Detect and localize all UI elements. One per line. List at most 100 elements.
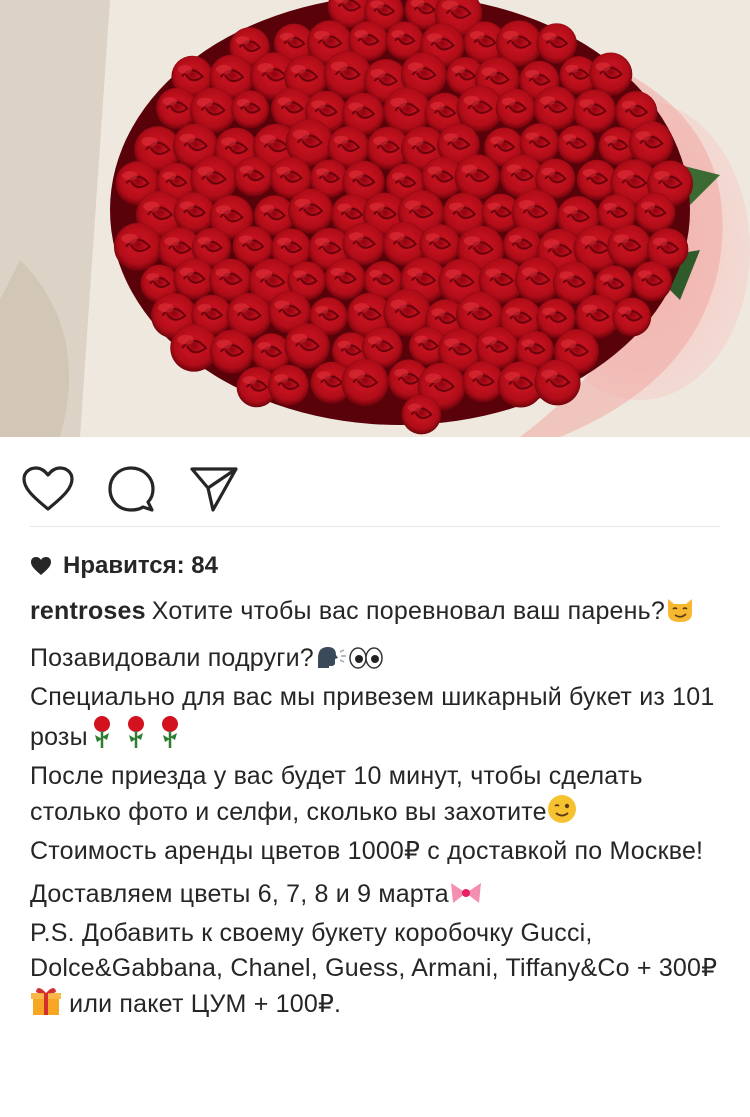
rose-highlight: [390, 97, 407, 108]
rose-highlight: [463, 236, 481, 246]
rose-head: [233, 156, 274, 197]
rose-highlight: [315, 305, 329, 314]
rose-highlight: [369, 202, 385, 212]
caption-line: После приезда у вас будет 10 минут, чтоб…: [30, 759, 730, 834]
rose-highlight: [407, 403, 422, 412]
rose-highlight: [391, 30, 405, 38]
rose-highlight: [370, 68, 386, 78]
rose-highlight: [330, 267, 346, 277]
eyes-emoji-icon: [348, 645, 384, 680]
rose-highlight: [157, 303, 174, 313]
rose-highlight: [294, 198, 311, 208]
rose-emoji-icon: [88, 715, 184, 759]
rose-highlight: [290, 64, 307, 74]
rose-highlight: [221, 137, 237, 147]
rose-highlight: [463, 95, 480, 106]
rose-highlight: [316, 371, 332, 380]
likes-count[interactable]: Нравится: 84: [30, 548, 218, 584]
heart-outline-icon: [22, 466, 74, 511]
rose-head: [462, 360, 504, 403]
rose-highlight: [146, 273, 160, 281]
speaking-head-emoji-icon: [314, 644, 348, 680]
rose-highlight: [348, 369, 365, 379]
rose-highlight: [521, 267, 538, 277]
rose-highlight: [582, 304, 598, 314]
rose-highlight: [426, 33, 443, 43]
rose-highlight: [391, 172, 406, 181]
rose-highlight: [501, 97, 516, 106]
rose-highlight: [618, 306, 632, 315]
comment-button[interactable]: [103, 461, 159, 517]
rose-head: [495, 88, 536, 129]
caption-line: Стоимость аренды цветов 1000₽ с доставко…: [30, 837, 704, 865]
rose-highlight: [313, 30, 330, 40]
rose-highlight: [468, 370, 484, 379]
caption-line: Позавидовали подруги?: [30, 641, 730, 680]
rose-highlight: [444, 338, 460, 348]
smirking-cat-emoji-icon: [665, 595, 695, 633]
rose-highlight: [162, 97, 177, 106]
divider: [30, 526, 720, 527]
rose-highlight: [390, 299, 408, 310]
rose-highlight: [121, 233, 138, 244]
rose-highlight: [427, 166, 443, 175]
rose-highlight: [481, 67, 498, 77]
rose-highlight: [314, 237, 330, 247]
rose-highlight: [504, 371, 521, 382]
rose-head: [634, 192, 676, 233]
rose-head: [173, 258, 215, 300]
rose-highlight: [315, 168, 330, 176]
rose-highlight: [179, 201, 195, 210]
rose-highlight: [600, 274, 614, 282]
rose-highlight: [580, 235, 598, 246]
rose-head: [628, 121, 674, 166]
rose-highlight: [354, 30, 369, 39]
rose-head: [341, 358, 389, 407]
like-button[interactable]: [20, 461, 76, 517]
rose-head: [113, 222, 162, 271]
rose-highlight: [337, 203, 352, 212]
rose-highlight: [652, 237, 668, 246]
rose-highlight: [562, 134, 577, 142]
rose-highlight: [311, 100, 326, 109]
rose-highlight: [508, 234, 522, 243]
rose-highlight: [424, 373, 442, 384]
caption-line: P.S. Добавить к своему букету коробочку …: [30, 916, 730, 1026]
rose-highlight: [162, 171, 177, 180]
rose-highlight: [216, 339, 232, 349]
rose-highlight: [541, 167, 556, 176]
rose-head: [607, 224, 652, 269]
rose-highlight: [277, 97, 292, 106]
rose-highlight: [370, 0, 384, 9]
share-button[interactable]: [186, 461, 242, 517]
rose-highlight: [525, 69, 540, 78]
caption-line: Доставляем цветы 6, 7, 8 и 9 марта: [30, 877, 730, 916]
rose-highlight: [196, 97, 213, 107]
rose-highlight: [337, 340, 351, 349]
rose-head: [209, 329, 255, 374]
post-photo[interactable]: [0, 0, 750, 437]
rose-highlight: [541, 369, 558, 379]
rose-highlight: [367, 336, 383, 345]
rose-highlight: [542, 32, 557, 41]
rose-highlight: [604, 135, 618, 144]
comment-bubble-icon: [108, 466, 155, 512]
likes-label: Нравится: 84: [63, 552, 218, 579]
rose-highlight: [653, 170, 671, 181]
rose-head: [231, 90, 270, 129]
rose-highlight: [215, 268, 231, 277]
rose-head: [324, 258, 366, 300]
rose-head: [284, 323, 330, 369]
rose-highlight: [242, 376, 257, 385]
rose-highlight: [579, 99, 595, 108]
rose-head: [288, 188, 334, 234]
rose-highlight: [179, 133, 196, 143]
rose-highlight: [177, 65, 193, 74]
paper-plane-icon: [190, 467, 238, 512]
username-link[interactable]: rentroses: [30, 597, 146, 625]
rose-head: [536, 23, 577, 64]
rose-highlight: [348, 232, 364, 241]
rose-highlight: [215, 205, 232, 215]
rose-highlight: [425, 233, 440, 242]
rose-highlight: [233, 303, 250, 313]
